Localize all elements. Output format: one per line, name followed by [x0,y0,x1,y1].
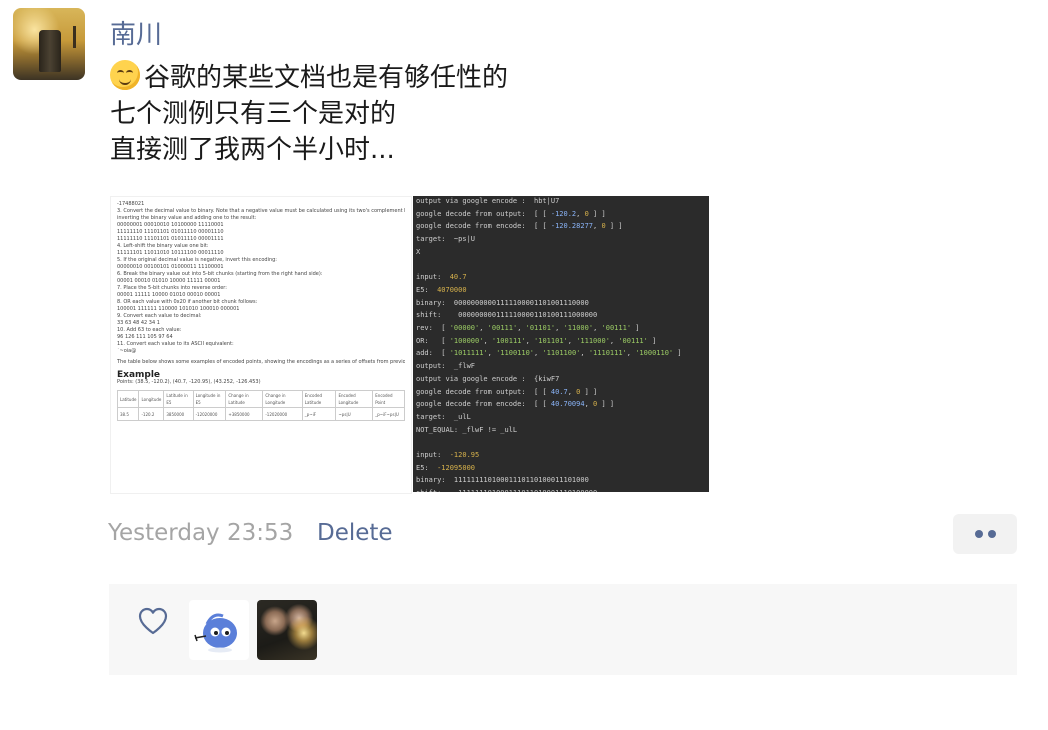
doc-table-cell: -12020000 [192,407,227,421]
blue-creature-icon [194,613,237,653]
liker-avatar-2[interactable] [257,600,317,660]
avatar-post-shape [73,26,76,48]
doc-table-cell: ~ps|U [335,407,374,421]
doc-line: `~oia@ [117,348,137,354]
doc-line: 5. If the original decimal value is nega… [117,257,277,263]
doc-line: 33 63 48 42 34 1 [117,320,160,326]
doc-content: -17488021 3. Convert the decimal value to… [116,201,405,421]
doc-line: 11. Convert each value to its ASCII equi… [117,341,234,347]
code-line: target: ~ps|U [416,235,476,244]
code-line: E5: -12095000 [416,463,476,472]
doc-lines: -17488021 3. Convert the decimal value to… [117,201,405,355]
code-line: target: _ulL [416,412,471,421]
doc-table-cell: -120.2 [138,407,165,421]
doc-line: 7. Place the 5-bit chunks into reverse o… [117,285,227,291]
doc-line: 10. Add 63 to each value: [117,327,182,333]
doc-line: 00000010 00100101 01000011 11100001 [117,264,224,270]
doc-table-cell: _p~iF~ps|U [372,407,405,421]
author-avatar[interactable] [13,8,85,80]
doc-table-cell: 3850000 [163,407,194,421]
liker-avatar-1[interactable] [189,600,249,660]
post-text: 谷歌的某些文档也是有够任性的 七个测例只有三个是对的 直接测了我两个半小时... [110,60,508,168]
code-line: google decode from encode: [ [ -120.2827… [416,222,623,231]
more-options-button[interactable] [953,514,1017,554]
smile-emoji-icon [110,60,140,90]
doc-line: 11111110 11101101 01011110 00001111 [117,236,224,242]
doc-table-header-row: Latitude Longitude Latitude in E5 Longitude… [116,390,405,408]
doc-table-cell: +3850000 [225,407,264,421]
doc-table-header-cell: Change in Longitude [262,390,303,408]
doc-line: 6. Break the binary value out into 5-bit… [117,271,323,277]
code-line: google decode from encode: [ [ 40.70094,… [416,400,615,409]
code-line: input: 40.7 [416,273,467,282]
doc-line: 11111110 11101101 01011110 00001110 [117,229,224,235]
post-line-1: 谷歌的某些文档也是有够任性的 [110,60,508,96]
code-line: NOT_EQUAL: _flwF != _ulL [416,425,518,434]
post-timestamp: Yesterday 23:53 [108,520,294,546]
avatar-barrel-shape [39,30,61,72]
author-name[interactable]: 南川 [110,14,162,51]
doc-table-header-cell: Longitude [138,390,165,408]
code-line: output: _flwF [416,362,476,371]
doc-table-header-cell: Encoded Point [372,390,405,408]
doc-table-cell: _p~iF [301,407,337,421]
doc-table-header-cell: Encoded Longitude [335,390,374,408]
code-line: rev: [ '00000', '00111', '01101', '11000… [416,324,640,333]
doc-line: 4. Left-shift the binary value one bit: [117,243,209,249]
doc-table-header-cell: Change in Latitude [225,390,264,408]
doc-line: 00001 11111 10000 01010 00010 00001 [117,292,221,298]
heart-icon [138,607,168,635]
doc-table-header-cell: Latitude in E5 [163,390,194,408]
code-line: binary: 00000000001111100001101001110000 [416,298,589,307]
more-dot-icon [975,530,983,538]
code-line: OR: [ '100000', '100111', '101101', '111… [416,336,657,345]
doc-table-row: 38.5 -120.2 3850000 -12020000 +3850000 -12020… [116,407,405,421]
doc-line: 00001 00010 01010 10000 11111 00001 [117,278,221,284]
post-line-3: 直接测了我两个半小时... [110,135,395,165]
code-line: input: -120.95 [416,451,480,460]
doc-example-heading: Example [117,370,161,380]
code-line: X [416,247,421,256]
code-line: E5: 4070000 [416,285,467,294]
code-output: output via google encode : hbt|U7 google … [416,196,708,492]
doc-line: -17488021 [117,201,145,207]
doc-example-table: Latitude Longitude Latitude in E5 Longitude… [116,390,405,421]
code-line: output via google encode : {kiwF7 [416,374,560,383]
doc-line: 00000001 00010010 10100000 11110001 [117,222,224,228]
doc-table-header-cell: Latitude [116,390,140,408]
code-line: binary: 11111111010001110110100011101000 [416,476,589,485]
doc-table-cell: -12020000 [262,407,303,421]
doc-line: 11111101 11011010 10111100 00011110 [117,250,224,256]
doc-line: 9. Convert each value to decimal: [117,313,202,319]
post-line-1-text: 谷歌的某些文档也是有够任性的 [144,63,509,93]
code-line: shift: 111111101000111011010001110100000 [416,487,708,492]
post-line-2: 七个测例只有三个是对的 [110,99,397,129]
doc-table-header-cell: Longitude in E5 [192,390,227,408]
doc-table-cell: 38.5 [116,407,140,421]
code-line: add: [ '1011111', '1100110', '1101100', … [416,349,682,358]
likes-panel [109,584,1017,675]
doc-line: 8. OR each value with 0x20 if another bi… [117,299,258,305]
code-line: google decode from output: [ [ -120.2, 0… [416,209,606,218]
code-line: shift: 000000000111110000110100111000000 [416,311,598,320]
image-documentation-screenshot[interactable]: -17488021 3. Convert the decimal value to… [110,196,412,494]
delete-button[interactable]: Delete [317,520,393,546]
doc-example-points: Points: (38.5, -120.2), (40.7, -120.95),… [117,379,261,385]
doc-line: inverting the binary value and adding on… [117,215,257,221]
doc-line: 96 126 111 105 97 64 [117,334,173,340]
doc-line: 3. Convert the decimal value to binary. … [117,208,405,214]
image-code-output-screenshot[interactable]: output via google encode : hbt|U7 google … [413,196,709,492]
doc-paragraph: The table below shows some examples of e… [117,359,405,365]
doc-line: 100001 111111 110000 101010 100010 00000… [117,306,240,312]
code-line: google decode from output: [ [ 40.7, 0 ]… [416,387,598,396]
more-dot-icon [988,530,996,538]
code-line: output via google encode : hbt|U7 [416,197,560,205]
doc-table-header-cell: Encoded Latitude [301,390,337,408]
